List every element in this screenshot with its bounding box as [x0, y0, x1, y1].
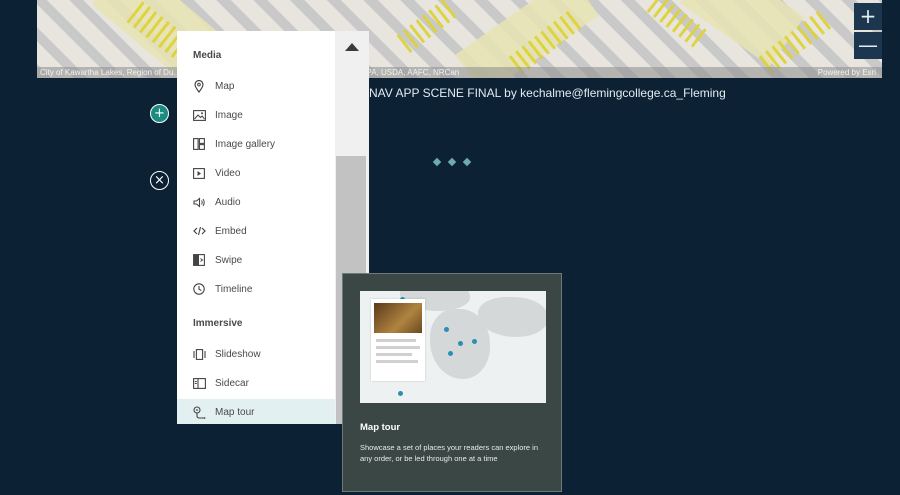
menu-item-audio[interactable]: Audio	[177, 189, 335, 215]
menu-item-video[interactable]: Video	[177, 160, 335, 186]
zoom-controls: + —	[854, 3, 882, 61]
menu-item-timeline[interactable]: Timeline	[177, 276, 335, 302]
menu-item-embed[interactable]: Embed	[177, 218, 335, 244]
menu-item-label: Audio	[215, 196, 241, 208]
video-icon	[192, 166, 206, 180]
map-attribution: City of Kawartha Lakes, Region of Du… …s…	[37, 67, 882, 78]
loading-dots	[432, 152, 479, 170]
plus-icon: +	[154, 106, 165, 121]
section-heading-immersive: Immersive	[193, 318, 243, 329]
image-icon	[192, 108, 206, 122]
menu-item-label: Video	[215, 167, 241, 179]
menu-item-swipe[interactable]: Swipe	[177, 247, 335, 273]
menu-item-image[interactable]: Image	[177, 102, 335, 128]
menu-item-map-tour[interactable]: Map tour	[177, 399, 335, 424]
map-tour-tooltip: Map tour Showcase a set of places your r…	[342, 273, 562, 492]
close-button[interactable]: ×	[150, 171, 169, 190]
menu-item-label: Map tour	[215, 406, 255, 418]
close-icon: ×	[154, 173, 165, 188]
sidecar-icon	[192, 376, 206, 390]
audio-icon	[192, 195, 206, 209]
tooltip-title: Map tour	[360, 422, 401, 433]
menu-item-slideshow[interactable]: Slideshow	[177, 341, 335, 367]
block-picker-menu: Media Map Image Image gallery Video Audi…	[177, 31, 369, 424]
menu-item-label: Image	[215, 109, 243, 121]
menu-item-label: Sidecar	[215, 377, 249, 389]
add-block-button[interactable]: +	[150, 104, 169, 123]
map-caption: NAV APP SCENE FINAL by kechalme@flemingc…	[369, 86, 726, 100]
slideshow-icon	[192, 347, 206, 361]
tooltip-description: Showcase a set of places your readers ca…	[360, 443, 539, 463]
menu-item-sidecar[interactable]: Sidecar	[177, 370, 335, 396]
zoom-in-button[interactable]: +	[854, 3, 882, 30]
map-pin-icon	[192, 79, 206, 93]
map-tour-preview-image	[360, 291, 546, 403]
image-gallery-icon	[192, 137, 206, 151]
section-heading-media: Media	[193, 50, 222, 61]
embed-icon	[192, 224, 206, 238]
zoom-out-button[interactable]: —	[854, 32, 882, 59]
menu-item-label: Embed	[215, 225, 247, 237]
menu-item-map[interactable]: Map	[177, 73, 335, 99]
powered-by-text: Powered by Esri	[817, 68, 876, 77]
timeline-icon	[192, 282, 206, 296]
menu-item-label: Image gallery	[215, 138, 276, 150]
menu-item-label: Slideshow	[215, 348, 261, 360]
menu-item-label: Map	[215, 80, 235, 92]
menu-item-label: Timeline	[215, 283, 253, 295]
menu-item-image-gallery[interactable]: Image gallery	[177, 131, 335, 157]
scroll-up-arrow-icon[interactable]	[345, 43, 359, 51]
map-tour-icon	[192, 405, 206, 419]
menu-item-label: Swipe	[215, 254, 243, 266]
swipe-icon	[192, 253, 206, 267]
map-view[interactable]: City of Kawartha Lakes, Region of Du… …s…	[37, 0, 882, 78]
